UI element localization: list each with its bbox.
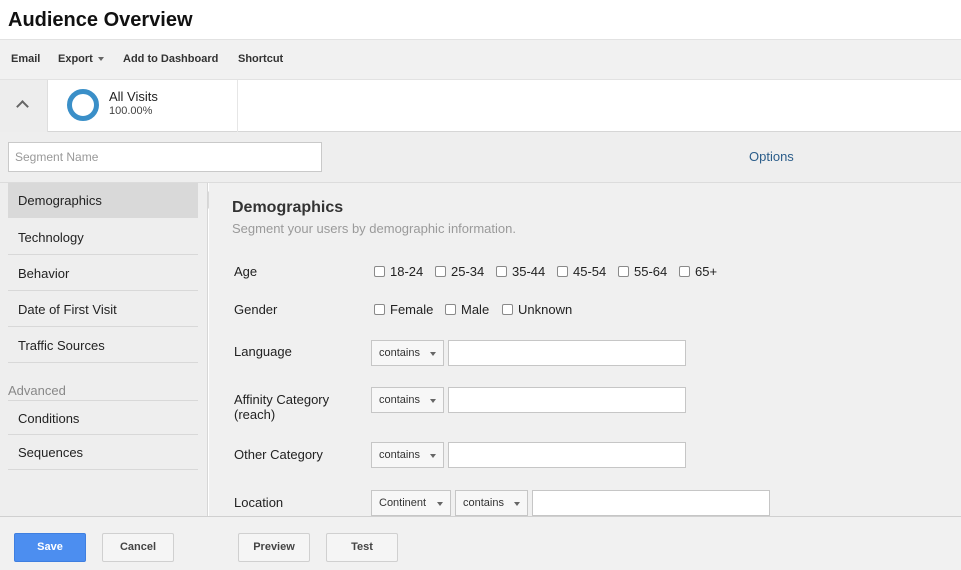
export-label: Export: [58, 53, 93, 65]
age-label: Age: [234, 264, 258, 279]
checkbox[interactable]: [618, 266, 629, 277]
sidebar-item-traffic-sources[interactable]: Traffic Sources: [8, 328, 198, 363]
segment-percent: 100.00%: [109, 105, 153, 117]
location-scope-dropdown[interactable]: Continent: [371, 490, 451, 516]
section-subtitle: Segment your users by demographic inform…: [232, 221, 516, 236]
export-button[interactable]: Export: [58, 53, 104, 65]
sidebar-item-behavior[interactable]: Behavior: [8, 256, 198, 291]
language-operator-dropdown[interactable]: contains: [371, 340, 444, 366]
toolbar: Email Export Add to Dashboard Shortcut: [0, 39, 961, 80]
location-operator-dropdown[interactable]: contains: [455, 490, 528, 516]
sidebar-item-date-of-first-visit[interactable]: Date of First Visit: [8, 292, 198, 327]
add-to-dashboard-button[interactable]: Add to Dashboard: [123, 53, 218, 65]
checkbox[interactable]: [557, 266, 568, 277]
other-category-label: Other Category: [234, 447, 323, 462]
chevron-up-icon: [16, 100, 29, 113]
sidebar-item-technology[interactable]: Technology: [8, 220, 198, 255]
test-button[interactable]: Test: [326, 533, 398, 562]
age-option-18-24[interactable]: 18-24: [374, 264, 423, 279]
cancel-button[interactable]: Cancel: [102, 533, 174, 562]
segment-sidebar: Demographics Technology Behavior Date of…: [0, 183, 217, 516]
preview-button[interactable]: Preview: [238, 533, 310, 562]
location-label: Location: [234, 495, 284, 510]
segment-name: All Visits: [109, 89, 158, 104]
segment-ring-icon: [67, 89, 99, 121]
caret-down-icon: [97, 57, 104, 62]
location-value-input[interactable]: [532, 490, 770, 516]
segment-editor-header: Options: [0, 132, 961, 183]
caret-down-icon: [437, 502, 443, 506]
shortcut-button[interactable]: Shortcut: [238, 53, 283, 65]
sidebar-item-conditions[interactable]: Conditions: [8, 400, 198, 435]
gender-option-male[interactable]: Male: [445, 302, 489, 317]
options-link[interactable]: Options: [749, 149, 794, 164]
checkbox[interactable]: [502, 304, 513, 315]
other-category-value-input[interactable]: [448, 442, 686, 468]
collapse-segments-button[interactable]: [0, 80, 48, 132]
age-option-25-34[interactable]: 25-34: [435, 264, 484, 279]
checkbox[interactable]: [679, 266, 690, 277]
affinity-operator-dropdown[interactable]: contains: [371, 387, 444, 413]
checkbox[interactable]: [374, 304, 385, 315]
checkbox[interactable]: [374, 266, 385, 277]
email-button[interactable]: Email: [11, 53, 40, 65]
age-option-35-44[interactable]: 35-44: [496, 264, 545, 279]
section-title: Demographics: [232, 199, 344, 216]
page-title: Audience Overview: [8, 9, 193, 31]
affinity-value-input[interactable]: [448, 387, 686, 413]
sidebar-item-sequences[interactable]: Sequences: [8, 435, 198, 470]
age-option-45-54[interactable]: 45-54: [557, 264, 606, 279]
gender-option-female[interactable]: Female: [374, 302, 433, 317]
language-value-input[interactable]: [448, 340, 686, 366]
caret-down-icon: [430, 399, 436, 403]
checkbox[interactable]: [496, 266, 507, 277]
advanced-section-label: Advanced: [8, 383, 66, 398]
gender-label: Gender: [234, 302, 278, 317]
other-category-operator-dropdown[interactable]: contains: [371, 442, 444, 468]
segment-card-all-visits[interactable]: All Visits 100.00%: [48, 80, 238, 132]
caret-down-icon: [514, 502, 520, 506]
age-option-65-plus[interactable]: 65+: [679, 264, 717, 279]
affinity-category-label: Affinity Category (reach): [234, 392, 330, 422]
segment-bar: All Visits 100.00%: [0, 80, 961, 132]
demographics-panel: Demographics Segment your users by demog…: [209, 183, 961, 516]
checkbox[interactable]: [445, 304, 456, 315]
footer-actions: Save Cancel Preview Test: [0, 516, 961, 570]
sidebar-item-demographics[interactable]: Demographics: [8, 183, 198, 218]
age-option-55-64[interactable]: 55-64: [618, 264, 667, 279]
checkbox[interactable]: [435, 266, 446, 277]
gender-option-unknown[interactable]: Unknown: [502, 302, 572, 317]
language-label: Language: [234, 344, 292, 359]
caret-down-icon: [430, 454, 436, 458]
caret-down-icon: [430, 352, 436, 356]
save-button[interactable]: Save: [14, 533, 86, 562]
segment-name-input[interactable]: [8, 142, 322, 172]
